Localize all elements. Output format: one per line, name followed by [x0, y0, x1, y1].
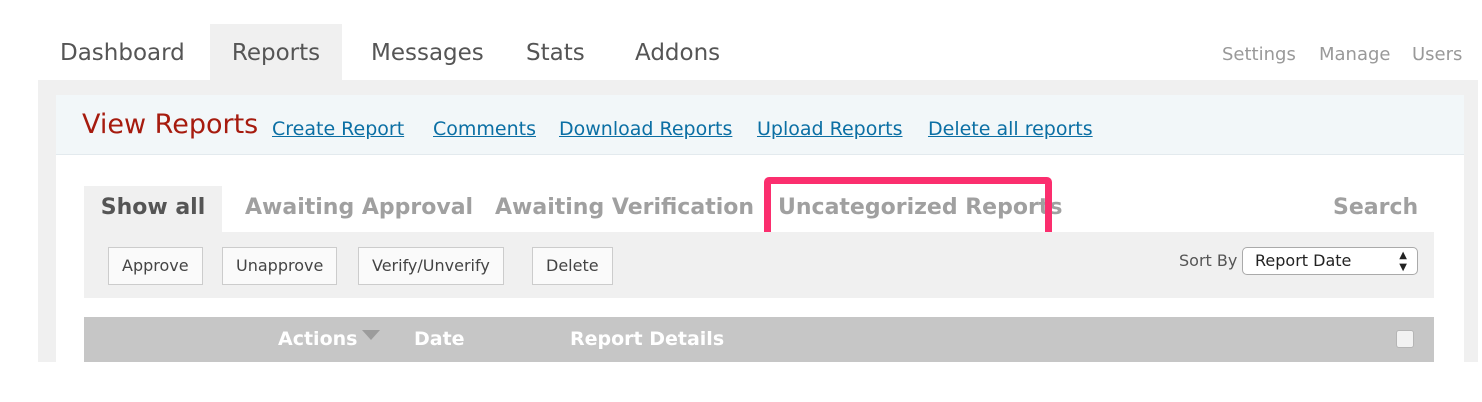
- create-report-link[interactable]: Create Report: [272, 118, 404, 140]
- tab-addons[interactable]: Addons: [635, 24, 720, 80]
- sort-by-value: Report Date: [1255, 251, 1352, 270]
- upload-reports-link[interactable]: Upload Reports: [757, 118, 903, 140]
- approve-button[interactable]: Approve: [108, 247, 203, 285]
- filter-tab-awaiting-verification[interactable]: Awaiting Verification: [495, 186, 754, 232]
- download-reports-link[interactable]: Download Reports: [559, 118, 732, 140]
- manage-link[interactable]: Manage: [1319, 44, 1391, 65]
- tab-messages[interactable]: Messages: [371, 24, 484, 80]
- search-tab[interactable]: Search: [1333, 186, 1418, 232]
- delete-all-reports-link[interactable]: Delete all reports: [928, 118, 1093, 140]
- verify-unverify-button[interactable]: Verify/Unverify: [358, 247, 504, 285]
- filter-tab-awaiting-approval[interactable]: Awaiting Approval: [245, 186, 473, 232]
- page-title: View Reports: [82, 109, 259, 140]
- filter-tab-uncategorized-reports[interactable]: Uncategorized Reports: [778, 186, 1062, 232]
- column-actions: Actions: [278, 328, 358, 350]
- unapprove-button[interactable]: Unapprove: [222, 247, 338, 285]
- users-link[interactable]: Users: [1412, 44, 1462, 65]
- tab-dashboard[interactable]: Dashboard: [60, 24, 185, 80]
- delete-button[interactable]: Delete: [532, 247, 613, 285]
- sort-by-label: Sort By: [1179, 251, 1238, 270]
- tab-reports[interactable]: Reports: [210, 24, 342, 80]
- column-report-details: Report Details: [570, 328, 725, 350]
- subheader: View Reports Create Report Comments Down…: [56, 95, 1464, 155]
- settings-link[interactable]: Settings: [1222, 44, 1296, 65]
- comments-link[interactable]: Comments: [433, 118, 536, 140]
- tab-stats[interactable]: Stats: [526, 24, 585, 80]
- select-all-checkbox[interactable]: [1396, 330, 1414, 348]
- table-header: Actions Date Report Details: [84, 317, 1434, 362]
- main-nav: Dashboard Reports Messages Stats Addons …: [38, 24, 1478, 80]
- caret-down-icon[interactable]: [362, 330, 380, 340]
- filter-tab-show-all[interactable]: Show all: [84, 186, 222, 232]
- select-arrows-icon: ▲ ▼: [1399, 250, 1407, 273]
- column-date[interactable]: Date: [414, 328, 465, 350]
- sort-by-select[interactable]: Report Date ▲ ▼: [1242, 247, 1418, 275]
- action-toolbar: Approve Unapprove Verify/Unverify Delete…: [84, 232, 1434, 298]
